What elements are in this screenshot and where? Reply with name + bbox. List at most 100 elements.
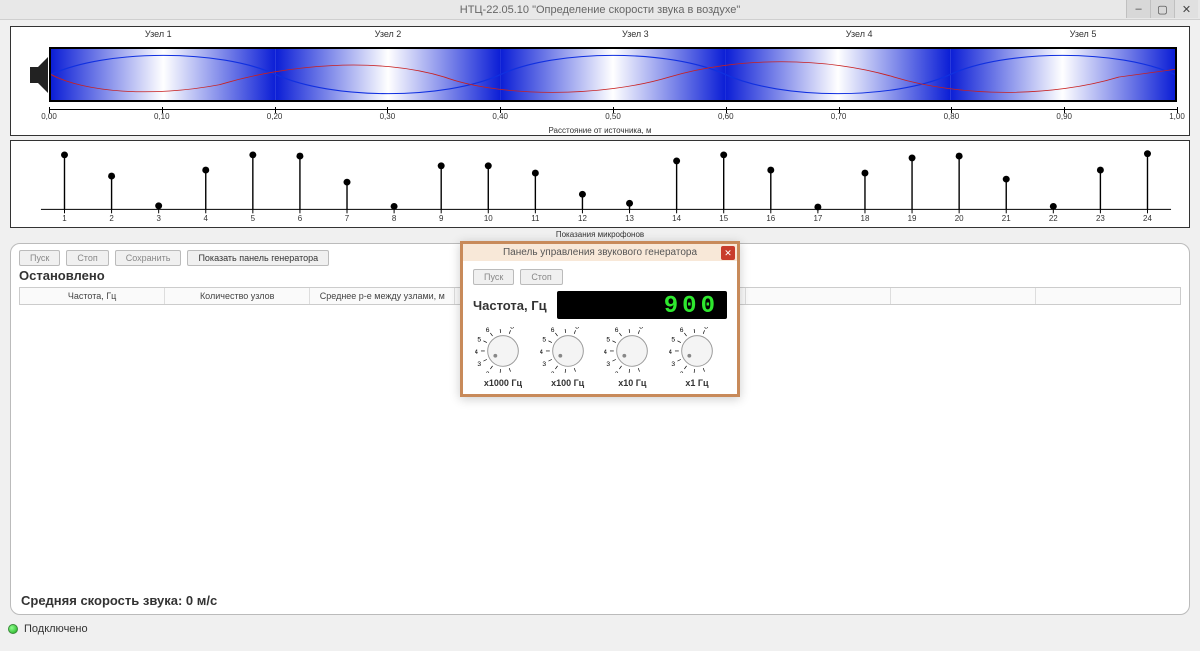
mic-stem — [391, 203, 398, 210]
table-header-cell: Частота, Гц — [20, 288, 165, 304]
svg-text:5: 5 — [607, 336, 611, 343]
distance-tick: 1,00 — [1169, 112, 1185, 121]
mic-axis-label: Показания микрофонов — [10, 230, 1190, 239]
save-button[interactable]: Сохранить — [115, 250, 182, 266]
svg-text:3: 3 — [477, 361, 481, 368]
svg-text:3: 3 — [671, 361, 675, 368]
mic-tick: 21 — [1002, 214, 1011, 223]
mic-tick: 18 — [861, 214, 870, 223]
start-button[interactable]: Пуск — [19, 250, 60, 266]
mic-stem — [956, 153, 963, 160]
svg-text:6: 6 — [680, 327, 684, 334]
node-label: Узел 4 — [846, 29, 873, 39]
svg-text:6: 6 — [486, 327, 490, 334]
distance-tick: 0,80 — [944, 112, 960, 121]
stop-button[interactable]: Стоп — [66, 250, 108, 266]
mic-tick: 1 — [62, 214, 66, 223]
frequency-knob[interactable]: 012345678 х1 Гц — [667, 327, 727, 388]
mic-tick: 10 — [484, 214, 493, 223]
mic-tick: 16 — [766, 214, 775, 223]
frequency-knob[interactable]: 012345678 х100 Гц — [538, 327, 598, 388]
distance-tick: 0,60 — [718, 112, 734, 121]
generator-title[interactable]: Панель управления звукового генератора ✕ — [463, 244, 737, 261]
close-icon[interactable]: ✕ — [1174, 0, 1198, 18]
mic-tick: 12 — [578, 214, 587, 223]
svg-text:3: 3 — [542, 361, 546, 368]
mic-tick: 2 — [109, 214, 113, 223]
node-label: Узел 3 — [622, 29, 649, 39]
table-header-cell — [891, 288, 1036, 304]
show-generator-button[interactable]: Показать панель генератора — [187, 250, 329, 266]
mic-tick: 23 — [1096, 214, 1105, 223]
mic-tick: 3 — [156, 214, 161, 223]
mic-tick: 14 — [672, 214, 681, 223]
mic-tick: 22 — [1049, 214, 1058, 223]
svg-text:4: 4 — [669, 349, 672, 356]
svg-text:2: 2 — [615, 371, 619, 373]
mic-stem — [202, 167, 209, 174]
mic-stem — [108, 173, 115, 180]
svg-text:6: 6 — [615, 327, 619, 334]
window-title: НТЦ-22.05.10 "Определение скорости звука… — [460, 4, 740, 16]
mic-stem — [814, 204, 821, 211]
mic-stem — [485, 162, 492, 169]
mic-stem — [1144, 150, 1151, 157]
distance-tick: 0,00 — [41, 112, 57, 121]
mic-tick: 19 — [908, 214, 917, 223]
mic-stem — [673, 158, 680, 165]
mic-tick: 17 — [813, 214, 822, 223]
speaker-icon — [29, 55, 51, 95]
mic-stem — [861, 170, 868, 177]
table-header-cell: Количество узлов — [165, 288, 310, 304]
svg-text:6: 6 — [550, 327, 554, 334]
svg-text:7: 7 — [498, 327, 502, 329]
svg-text:8: 8 — [640, 327, 644, 331]
svg-text:5: 5 — [671, 336, 675, 343]
frequency-knob[interactable]: 012345678 х1000 Гц — [473, 327, 533, 388]
microphone-chart: 123456789101112131415161718192021222324 — [10, 140, 1190, 228]
mic-tick: 4 — [204, 214, 209, 223]
distance-tick: 0,50 — [605, 112, 621, 121]
distance-tick: 0,70 — [831, 112, 847, 121]
mic-stem — [532, 170, 539, 177]
avg-speed-label: Средняя скорость звука: 0 м/с — [21, 593, 217, 608]
knob-label: х10 Гц — [602, 378, 662, 388]
generator-close-icon[interactable]: ✕ — [721, 246, 735, 260]
maximize-icon[interactable]: ▢ — [1150, 0, 1174, 18]
distance-tick: 0,20 — [267, 112, 283, 121]
status-led-icon — [8, 624, 18, 634]
mic-tick: 5 — [251, 214, 256, 223]
mic-stem — [909, 154, 916, 161]
svg-text:8: 8 — [510, 327, 514, 331]
svg-text:2: 2 — [550, 371, 554, 373]
mic-stem — [1097, 167, 1104, 174]
mic-stem — [344, 179, 351, 186]
generator-panel[interactable]: Панель управления звукового генератора ✕… — [460, 241, 740, 397]
svg-text:7: 7 — [627, 327, 631, 329]
svg-text:8: 8 — [704, 327, 708, 331]
mic-stem — [767, 167, 774, 174]
frequency-knob[interactable]: 012345678 х10 Гц — [602, 327, 662, 388]
mic-stem — [1050, 203, 1057, 210]
generator-stop-button[interactable]: Стоп — [520, 269, 562, 285]
mic-stem — [579, 191, 586, 198]
mic-tick: 20 — [955, 214, 964, 223]
table-header-cell: Среднее р-е между узлами, м — [310, 288, 455, 304]
distance-tick: 0,10 — [154, 112, 170, 121]
svg-text:4: 4 — [604, 349, 607, 356]
mic-tick: 9 — [439, 214, 444, 223]
minimize-icon[interactable]: – — [1126, 0, 1150, 18]
svg-text:5: 5 — [477, 336, 481, 343]
svg-text:4: 4 — [475, 349, 478, 356]
svg-text:2: 2 — [486, 371, 490, 373]
table-header-cell — [1036, 288, 1180, 304]
distance-tick: 0,90 — [1056, 112, 1072, 121]
mic-stem — [249, 151, 256, 158]
mic-stem — [626, 200, 633, 207]
mic-tick: 6 — [298, 214, 303, 223]
mic-tick: 13 — [625, 214, 634, 223]
mic-stem — [155, 202, 162, 209]
generator-start-button[interactable]: Пуск — [473, 269, 514, 285]
knob-label: х1000 Гц — [473, 378, 533, 388]
svg-text:2: 2 — [680, 371, 684, 373]
